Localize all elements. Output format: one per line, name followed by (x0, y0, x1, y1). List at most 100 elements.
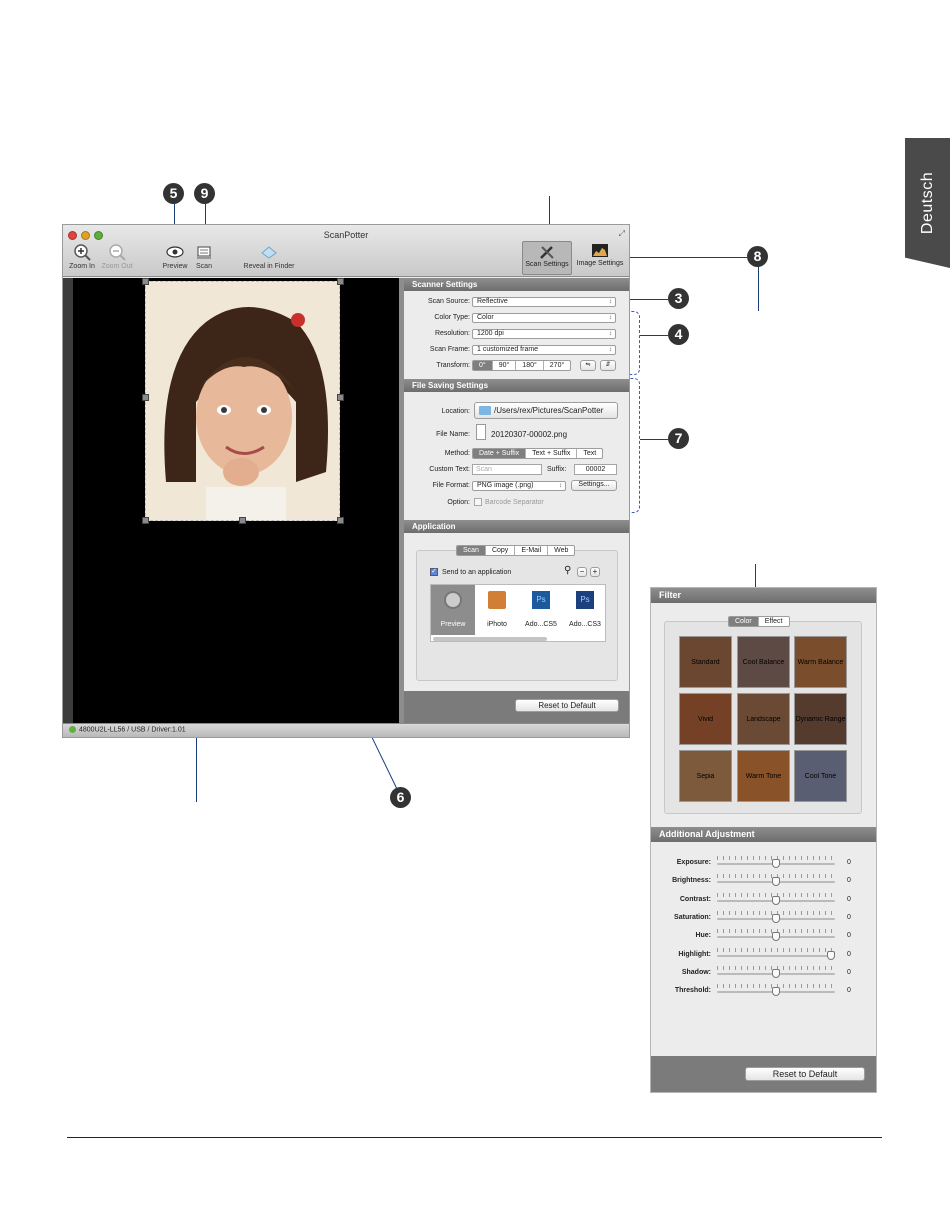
barcode-checkbox[interactable] (474, 498, 482, 506)
method-date-suffix[interactable]: Date + Suffix (473, 449, 527, 458)
rotate-270-option[interactable]: 270° (544, 361, 570, 370)
preview-ruler (63, 278, 73, 723)
app-list-scrollbar[interactable] (433, 637, 547, 641)
filter-tabs[interactable]: Color Effect (728, 616, 790, 627)
resolution-label: Resolution: (434, 330, 470, 337)
resolution-select[interactable]: 1200 dpi (472, 329, 616, 339)
file-icon (476, 424, 486, 440)
method-text-suffix[interactable]: Text + Suffix (526, 449, 578, 458)
send-to-label: Send to an application (442, 569, 512, 576)
adjustment-slider[interactable] (717, 929, 835, 942)
filter-thumb[interactable]: Standard (679, 636, 732, 688)
location-button[interactable]: /Users/rex/Pictures/ScanPotter (474, 402, 618, 419)
reveal-in-finder-button[interactable]: Reveal in Finder (239, 243, 299, 270)
crop-handle[interactable] (142, 278, 149, 285)
rotate-180-option[interactable]: 180° (516, 361, 544, 370)
crop-handle[interactable] (142, 394, 149, 401)
slider-knob[interactable] (772, 877, 780, 887)
connection-status-icon (69, 726, 76, 733)
adjustment-slider[interactable] (717, 965, 835, 978)
tab-web[interactable]: Web (548, 546, 574, 555)
scan-source-select[interactable]: Reflective (472, 297, 616, 307)
crop-handle[interactable] (337, 394, 344, 401)
format-settings-button[interactable]: Settings... (571, 480, 617, 491)
add-app-button[interactable]: + (590, 567, 600, 577)
crop-handle[interactable] (337, 517, 344, 524)
tab-color[interactable]: Color (729, 617, 759, 626)
filter-thumb[interactable]: Sepia (679, 750, 732, 802)
application-tabs[interactable]: Scan Copy E-Mail Web (456, 545, 576, 556)
slider-knob[interactable] (772, 987, 780, 997)
crop-handle[interactable] (337, 278, 344, 285)
scan-settings-label: Scan Settings (525, 261, 569, 268)
flip-vertical-button[interactable]: ⇵ (600, 360, 616, 371)
send-to-checkbox[interactable]: ✓ (430, 568, 438, 576)
adjustment-slider[interactable] (717, 856, 835, 868)
rotate-90-option[interactable]: 90° (493, 361, 517, 370)
tab-effect[interactable]: Effect (759, 617, 789, 626)
file-saving-header: File Saving Settings (404, 379, 629, 392)
filter-thumb[interactable]: Warm Tone (737, 750, 790, 802)
app-item-photoshop-cs3[interactable]: Ps Ado...CS3 (563, 585, 607, 635)
adjustment-label: Shadow: (681, 968, 711, 976)
color-type-label: Color Type: (434, 314, 470, 321)
crop-handle[interactable] (239, 517, 246, 524)
filter-thumb[interactable]: Landscape (737, 693, 790, 745)
zoom-out-button[interactable]: Zoom Out (100, 243, 134, 270)
reset-to-default-button[interactable]: Reset to Default (515, 699, 619, 712)
tab-scan[interactable]: Scan (457, 546, 486, 555)
adjustment-label: Saturation: (674, 913, 711, 921)
filter-thumb[interactable]: Cool Balance (737, 636, 790, 688)
slider-knob[interactable] (827, 950, 835, 960)
slider-knob[interactable] (772, 932, 780, 942)
adjustment-slider[interactable] (717, 910, 835, 923)
slider-knob[interactable] (772, 913, 780, 923)
tab-copy[interactable]: Copy (486, 546, 516, 555)
fullscreen-icon[interactable]: ⤢ (619, 229, 625, 239)
location-label: Location: (441, 408, 470, 415)
adjustment-label: Highlight: (678, 950, 711, 958)
filter-thumb[interactable]: Cool Tone (794, 750, 847, 802)
scan-frame-select[interactable]: 1 customized frame (472, 345, 616, 355)
search-icon[interactable]: ⚲ (564, 565, 571, 576)
preview-label: Preview (162, 263, 188, 270)
application-header: Application (404, 520, 629, 533)
slider-knob[interactable] (772, 895, 780, 905)
rotation-segmented-control[interactable]: 0° 90° 180° 270° (472, 360, 572, 371)
photoshop-cs3-icon: Ps (576, 591, 594, 609)
crop-handle[interactable] (142, 517, 149, 524)
filter-reset-button[interactable]: Reset to Default (745, 1067, 865, 1081)
image-settings-button[interactable]: Image Settings (575, 241, 625, 275)
filter-thumb[interactable]: Dynamic Range (794, 693, 847, 745)
file-format-select[interactable]: PNG image (.png) (472, 481, 566, 491)
adjustment-slider[interactable] (717, 892, 835, 905)
page-rule (67, 1137, 882, 1138)
slider-knob[interactable] (772, 968, 780, 978)
method-text[interactable]: Text (577, 449, 602, 458)
tab-email[interactable]: E-Mail (515, 546, 549, 555)
adjustment-value: 0 (847, 968, 851, 976)
custom-text-field[interactable]: Scan (472, 464, 542, 475)
zoom-in-label: Zoom In (69, 263, 95, 270)
suffix-field[interactable]: 00002 (574, 464, 617, 475)
color-type-select[interactable]: Color (472, 313, 616, 323)
filter-thumb[interactable]: Warm Balance (794, 636, 847, 688)
remove-app-button[interactable]: − (577, 567, 587, 577)
adjustment-slider[interactable] (717, 874, 835, 887)
scanned-photo[interactable] (145, 281, 340, 521)
filter-thumb[interactable]: Vivid (679, 693, 732, 745)
slider-knob[interactable] (772, 859, 780, 868)
app-item-iphoto[interactable]: iPhoto (475, 585, 519, 635)
rotate-0-option[interactable]: 0° (473, 361, 493, 370)
scan-button[interactable]: Scan (191, 243, 217, 270)
app-item-preview[interactable]: Preview (431, 585, 475, 635)
flip-horizontal-button[interactable]: ⇋ (580, 360, 596, 371)
app-item-photoshop-cs5[interactable]: Ps Ado...CS5 (519, 585, 563, 635)
adjustment-slider[interactable] (717, 984, 835, 997)
adjustment-slider[interactable] (717, 947, 835, 960)
method-segmented-control[interactable]: Date + Suffix Text + Suffix Text (472, 448, 604, 459)
preview-button[interactable]: Preview (160, 243, 190, 270)
scan-settings-button[interactable]: Scan Settings (522, 241, 572, 275)
zoom-in-button[interactable]: Zoom In (67, 243, 97, 270)
zoom-out-icon (109, 244, 126, 261)
